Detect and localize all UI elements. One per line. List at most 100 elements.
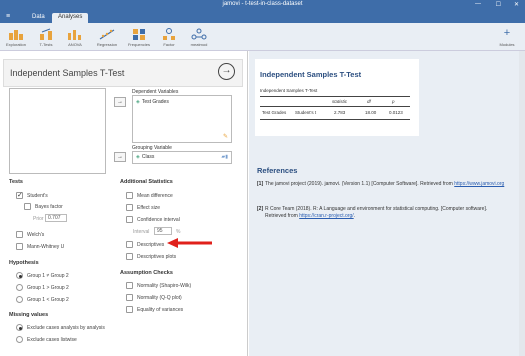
dependent-variable-item[interactable]: ◈ Test Grades (136, 99, 169, 105)
nominal-variable-icon: ◈ (136, 154, 140, 160)
bayes-factor-label: Bayes factor (35, 204, 63, 210)
tab-data[interactable]: Data (26, 13, 51, 23)
exclude-analysis-label: Exclude cases analysis by analysis (27, 325, 105, 331)
exclude-analysis-radio[interactable] (16, 324, 23, 331)
prior-label: Prior (33, 216, 44, 222)
grouping-variable-item[interactable]: ◈ Class (136, 154, 154, 160)
reference-2: [2] R Core Team (2018). R: A Language an… (257, 206, 505, 220)
options-panel: Independent Samples T-Test → Dependent V… (0, 51, 248, 356)
bayes-factor-checkbox[interactable] (24, 203, 31, 210)
variable-list[interactable] (9, 88, 106, 174)
regression-button[interactable]: Regression (93, 27, 121, 47)
hypothesis-greater-label: Group 1 > Group 2 (27, 285, 69, 291)
hypothesis-not-equal-radio[interactable] (16, 272, 23, 279)
hypothesis-section-title: Hypothesis (9, 260, 39, 266)
anova-icon (67, 27, 83, 40)
t-tests-button[interactable]: T-Tests (32, 27, 60, 47)
reference-1-text: The jamovi project (2019). jamovi. (Vers… (265, 181, 455, 187)
descriptives-label: Descriptives (137, 242, 165, 248)
interval-input[interactable]: 95 (154, 227, 172, 235)
normality-checkbox[interactable] (126, 282, 133, 289)
modules-button[interactable]: + Modules (495, 27, 519, 47)
header-df: df (367, 99, 371, 104)
additional-statistics-section-title: Additional Statistics (120, 179, 173, 185)
tests-section-title: Tests (9, 179, 23, 185)
header-statistic: statistic (332, 99, 348, 104)
mann-whitney-label: Mann-Whitney U (27, 244, 65, 250)
exclude-listwise-radio[interactable] (16, 336, 23, 343)
continuous-variable-icon: ◈ (136, 99, 140, 105)
exploration-label: Exploration (5, 42, 26, 47)
qq-plot-checkbox[interactable] (126, 294, 133, 301)
students-label: Student's (27, 193, 48, 199)
exploration-button[interactable]: Exploration (2, 27, 30, 47)
header-p: p (392, 99, 395, 104)
row-variable: Test Grades (262, 110, 287, 115)
reference-2-number: [2] (257, 206, 264, 212)
welchs-checkbox[interactable] (16, 231, 23, 238)
confidence-interval-label: Confidence interval (137, 217, 180, 223)
maximize-button[interactable]: ☐ (496, 1, 501, 8)
move-dependent-button[interactable]: → (114, 97, 126, 107)
table-rule-bottom (260, 119, 410, 120)
exclude-listwise-label: Exclude cases listwise (27, 337, 77, 343)
row-df: 18.00 (365, 110, 377, 115)
effect-size-label: Effect size (137, 205, 160, 211)
hypothesis-less-label: Group 1 < Group 2 (27, 297, 69, 303)
window-title: jamovi - t-test-in-class-dataset (222, 1, 303, 7)
interval-label: Interval (133, 229, 150, 235)
factor-icon (161, 27, 177, 40)
reference-1-number: [1] (257, 181, 264, 187)
reference-2-link[interactable]: https://cran.r-project.org/ (299, 213, 353, 219)
grouping-variable-box[interactable]: ◈ Class ▰▮ (132, 151, 232, 164)
ruler-icon: ✎ (222, 134, 228, 140)
hypothesis-less-radio[interactable] (16, 296, 23, 303)
options-header: Independent Samples T-Test → (3, 59, 243, 87)
reference-2-tail: . (353, 213, 356, 219)
anova-label: ANOVA (68, 42, 82, 47)
students-checkbox[interactable] (16, 191, 23, 199)
descriptives-checkbox[interactable] (126, 241, 133, 248)
results-scrollbar[interactable] (519, 51, 525, 356)
hypothesis-not-equal-label: Group 1 ≠ Group 2 (27, 273, 69, 279)
mean-difference-checkbox[interactable] (126, 192, 133, 199)
close-button[interactable]: ✕ (514, 1, 519, 8)
equality-variances-label: Equality of variances (137, 307, 184, 313)
options-title: Independent Samples T-Test (10, 68, 125, 78)
frequencies-button[interactable]: Frequencies (125, 27, 153, 47)
row-p: 0.0123 (389, 110, 403, 115)
modules-label: Modules (499, 42, 515, 47)
hypothesis-greater-radio[interactable] (16, 284, 23, 291)
equality-variances-checkbox[interactable] (126, 306, 133, 313)
mann-whitney-checkbox[interactable] (16, 243, 23, 250)
reference-1-link[interactable]: https://www.jamovi.org (454, 181, 504, 187)
factor-label: Factor (163, 42, 175, 47)
anova-button[interactable]: ANOVA (61, 27, 89, 47)
tab-analyses[interactable]: Analyses (52, 13, 89, 23)
descriptives-plots-checkbox[interactable] (126, 253, 133, 260)
table-rule-mid (260, 106, 410, 107)
regression-label: Regression (96, 42, 118, 47)
assumption-checks-section-title: Assumption Checks (120, 270, 173, 276)
missing-values-section-title: Missing values (9, 312, 49, 318)
results-card: Independent Samples T-Test Independent S… (255, 59, 419, 136)
frequencies-icon (131, 27, 147, 40)
confidence-interval-checkbox[interactable] (126, 216, 133, 223)
hamburger-menu-icon[interactable]: ≡ (6, 13, 10, 20)
run-analysis-icon[interactable]: → (218, 63, 235, 80)
descriptives-plots-label: Descriptives plots (137, 254, 177, 260)
prior-input[interactable]: 0.707 (45, 214, 67, 222)
qq-plot-label: Normality (Q-Q plot) (137, 295, 182, 301)
effect-size-checkbox[interactable] (126, 204, 133, 211)
dependent-variables-box[interactable]: ◈ Test Grades ✎ (132, 95, 232, 143)
minimize-button[interactable]: — (475, 1, 481, 7)
meatmod-label: meatmod (190, 42, 208, 47)
meatmod-button[interactable]: meatmod (185, 27, 213, 47)
welchs-label: Welch's (27, 232, 45, 238)
move-grouping-button[interactable]: → (114, 152, 126, 162)
factor-button[interactable]: Factor (155, 27, 183, 47)
plus-icon: + (503, 27, 511, 39)
nominal-type-icon: ▰▮ (221, 154, 228, 160)
references-title: References (257, 166, 298, 175)
frequencies-label: Frequencies (127, 42, 150, 47)
